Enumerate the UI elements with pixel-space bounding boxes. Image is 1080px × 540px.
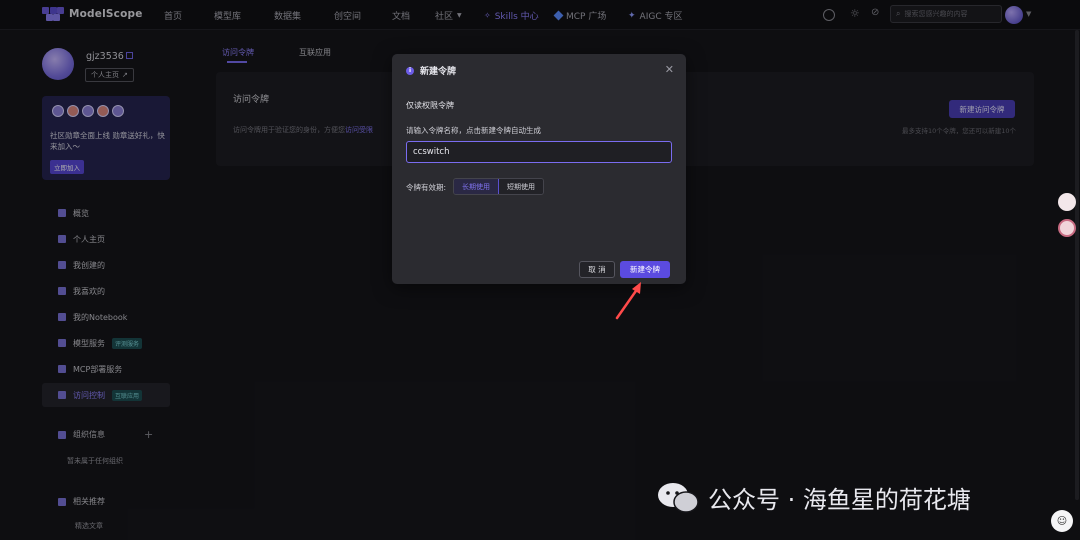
validity-toggle: 长期使用 短期使用 bbox=[453, 178, 544, 195]
robot-icon: ☺ bbox=[1056, 515, 1068, 527]
watermark-text: 公众号 · 海鱼星的荷花塘 bbox=[708, 486, 971, 514]
watermark: 公众号 · 海鱼星的荷花塘 bbox=[656, 480, 971, 515]
dialog-header: i 新建令牌 bbox=[406, 64, 456, 77]
validity-short-term[interactable]: 短期使用 bbox=[499, 179, 543, 194]
float-help-icon[interactable] bbox=[1058, 219, 1076, 237]
new-token-dialog: i 新建令牌 ✕ 仅读权限令牌 请输入令牌名称，点击新建令牌自动生成 令牌有效期… bbox=[392, 54, 686, 284]
dialog-title: 新建令牌 bbox=[420, 67, 457, 77]
validity-long-term[interactable]: 长期使用 bbox=[454, 179, 499, 194]
chat-assistant-button[interactable]: ☺ bbox=[1051, 510, 1073, 532]
info-icon: i bbox=[406, 66, 414, 75]
validity-label: 令牌有效期: bbox=[406, 183, 447, 192]
token-scope-label: 仅读权限令牌 bbox=[406, 101, 454, 110]
float-gift-icon[interactable] bbox=[1058, 193, 1076, 211]
close-icon[interactable]: ✕ bbox=[665, 63, 674, 76]
create-token-button[interactable]: 新建令牌 bbox=[620, 261, 670, 278]
token-name-input[interactable] bbox=[406, 141, 672, 163]
wechat-icon bbox=[658, 482, 699, 513]
cancel-button[interactable]: 取 消 bbox=[579, 261, 615, 278]
annotation-arrow-icon bbox=[615, 282, 641, 320]
token-name-hint: 请输入令牌名称，点击新建令牌自动生成 bbox=[406, 126, 541, 135]
